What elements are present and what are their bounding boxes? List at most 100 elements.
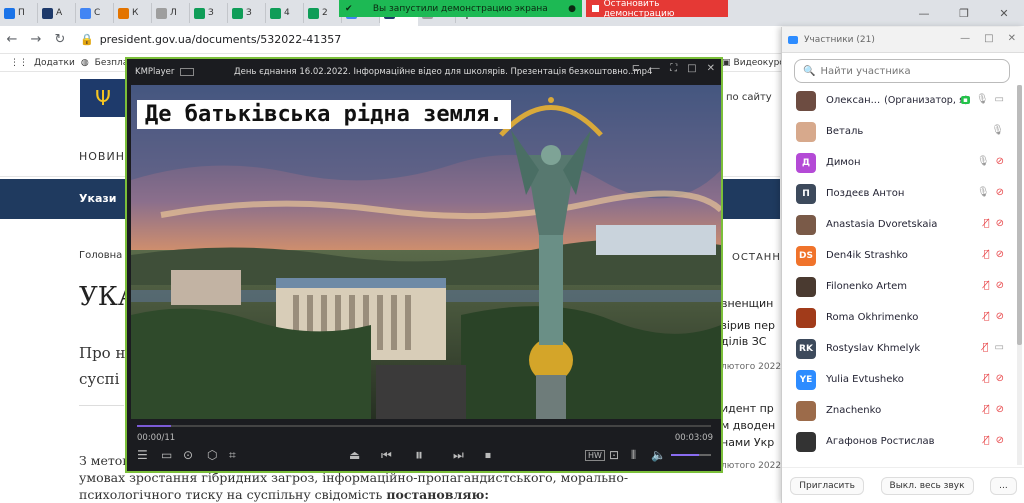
previous-icon[interactable]: ⏮ xyxy=(381,448,392,463)
breadcrumb[interactable]: Головна xyxy=(79,250,122,261)
invite-button[interactable]: Пригласить xyxy=(790,476,864,495)
camera-off-icon[interactable]: ⊘ xyxy=(996,249,1004,260)
more-button[interactable]: ... xyxy=(990,476,1017,495)
sidebar-news-line[interactable]: зірив пер xyxy=(721,319,775,332)
participants-scrollbar[interactable] xyxy=(1017,85,1022,465)
nav-item-decrees[interactable]: Укази xyxy=(79,192,116,205)
participant-row[interactable]: YE Yulia Evtusheko 🎙̸ ⊘ xyxy=(782,364,1014,395)
seek-bar[interactable] xyxy=(137,425,711,427)
mic-muted-icon[interactable]: 🎙̸ xyxy=(984,218,990,229)
camera-off-icon[interactable]: ⊘ xyxy=(996,311,1004,322)
next-icon[interactable]: ⏭ xyxy=(453,448,464,463)
trident-emblem-icon[interactable]: Ψ xyxy=(80,79,126,117)
pin-icon[interactable]: ⊏ xyxy=(632,63,640,74)
mic-muted-icon[interactable]: 🎙̸ xyxy=(984,435,990,446)
participant-row[interactable]: Roma Okhrimenko 🎙̸ ⊘ xyxy=(782,302,1014,333)
participant-row[interactable]: Д Димон 🎙 ⊘ xyxy=(782,147,1014,178)
close-icon[interactable]: ✕ xyxy=(1008,33,1016,44)
minimize-button[interactable]: — xyxy=(904,0,944,26)
camera-off-icon[interactable]: ⊘ xyxy=(996,156,1004,167)
video-frame[interactable]: Де батьківська рідна земля. xyxy=(131,85,721,419)
mic-icon[interactable]: 🎙 xyxy=(977,156,990,167)
mute-all-button[interactable]: Выкл. весь звук xyxy=(880,476,974,495)
site-search-link[interactable]: по сайту xyxy=(726,92,772,103)
participant-row[interactable]: Веталь 🎙 xyxy=(782,116,1014,147)
participant-row[interactable]: Anastasia Dvoretskaia 🎙̸ ⊘ xyxy=(782,209,1014,240)
browser-tab[interactable]: Л xyxy=(152,3,190,23)
mic-icon[interactable]: 🎙 xyxy=(977,187,990,198)
vr-icon[interactable]: ⊙ xyxy=(183,448,193,462)
forward-icon[interactable]: → xyxy=(24,32,48,47)
mic-muted-icon[interactable]: 🎙̸ xyxy=(984,280,990,291)
browser-tab[interactable]: З xyxy=(190,3,228,23)
pause-icon[interactable]: ⏸ xyxy=(415,445,423,465)
sidebar-news-line[interactable]: вненщин xyxy=(721,297,773,310)
sidebar-news-line[interactable]: идент пр xyxy=(721,402,774,415)
participant-row[interactable]: Znachenko 🎙̸ ⊘ xyxy=(782,395,1014,426)
browser-tab[interactable]: К xyxy=(114,3,152,23)
participant-search-input[interactable] xyxy=(820,65,1001,77)
sidebar-news-line[interactable]: лютого 2022 xyxy=(721,461,781,471)
browser-tab[interactable]: С xyxy=(76,3,114,23)
aspect-icon[interactable]: ⊡ xyxy=(609,448,619,462)
browser-tab[interactable]: П xyxy=(0,3,38,23)
sidebar-news-line[interactable]: ділів ЗС xyxy=(721,335,766,348)
eject-icon[interactable]: ⏏ xyxy=(349,448,360,462)
fullscreen-icon[interactable]: ⛶ xyxy=(670,63,677,74)
subtitle-icon[interactable]: ▭ xyxy=(161,448,172,462)
mic-icon[interactable]: 🎙 xyxy=(976,94,989,105)
mic-muted-icon[interactable]: 🎙̸ xyxy=(984,311,990,322)
maximize-icon[interactable]: □ xyxy=(687,63,696,74)
close-button[interactable]: ✕ xyxy=(984,0,1024,26)
equalizer-icon[interactable]: ⫴ xyxy=(631,448,636,463)
kmplayer-logo[interactable]: KMPlayer xyxy=(135,67,174,77)
cube-3d-icon[interactable]: ⬡ xyxy=(207,448,217,462)
browser-tab[interactable]: 4 xyxy=(266,3,304,23)
browser-tab[interactable]: А xyxy=(38,3,76,23)
volume-slider[interactable] xyxy=(671,454,711,456)
participant-row[interactable]: П Поздеєв Антон 🎙 ⊘ xyxy=(782,178,1014,209)
camera-off-icon[interactable]: ⊘ xyxy=(996,187,1004,198)
participant-search[interactable]: 🔍 xyxy=(794,59,1010,83)
scroll-thumb[interactable] xyxy=(1017,85,1022,345)
sidebar-news-line[interactable]: нами Укр xyxy=(721,436,774,449)
bookmark-apps[interactable]: Додатки xyxy=(34,58,75,68)
camera-icon[interactable]: ▭ xyxy=(995,342,1004,353)
camera-icon[interactable]: ▭ xyxy=(995,94,1004,105)
maximize-button[interactable]: ❐ xyxy=(944,0,984,26)
stop-icon[interactable]: ⏹ xyxy=(485,448,491,463)
participant-row[interactable]: Filonenko Artem 🎙̸ ⊘ xyxy=(782,271,1014,302)
participant-row[interactable]: DS Den4ik Strashko 🎙̸ ⊘ xyxy=(782,240,1014,271)
camera-off-icon[interactable]: ⊘ xyxy=(996,280,1004,291)
url-field[interactable]: 🔒 president.gov.ua/documents/532022-4135… xyxy=(80,33,341,46)
participant-row[interactable]: Олексан... (Организатор, я) ▪ 🎙 ▭ xyxy=(782,85,1014,116)
camera-off-icon[interactable]: ⊘ xyxy=(996,435,1004,446)
back-icon[interactable]: ← xyxy=(0,32,24,47)
mic-muted-icon[interactable]: 🎙̸ xyxy=(983,342,989,353)
participant-row[interactable]: RK Rostyslav Khmelyk 🎙̸ ▭ xyxy=(782,333,1014,364)
bookmark-right[interactable]: ▣ Видеокурс xyxy=(722,54,784,72)
reload-icon[interactable]: ↻ xyxy=(48,32,72,47)
close-icon[interactable]: ✕ xyxy=(707,63,715,74)
menu-news[interactable]: НОВИН xyxy=(79,150,125,163)
kmplayer-window[interactable]: KMPlayer День єднання 16.02.2022. Інформ… xyxy=(125,57,723,473)
capture-icon[interactable]: ⌗ xyxy=(229,448,236,463)
participant-row[interactable]: Агафонов Ростислав 🎙̸ ⊘ xyxy=(782,426,1014,457)
sidebar-news-line[interactable]: м дводен xyxy=(721,419,775,432)
mic-muted-icon[interactable]: 🎙̸ xyxy=(984,404,990,415)
camera-off-icon[interactable]: ⊘ xyxy=(996,373,1004,384)
mic-icon[interactable]: 🎙 xyxy=(991,125,1004,136)
sidebar-news-line[interactable]: лютого 2022 xyxy=(721,362,781,372)
browser-tab[interactable]: З xyxy=(228,3,266,23)
hw-decoder-icon[interactable]: HW xyxy=(585,449,605,461)
browser-tab[interactable]: 2 xyxy=(304,3,342,23)
camera-off-icon[interactable]: ⊘ xyxy=(996,218,1004,229)
minimize-icon[interactable]: — xyxy=(960,33,970,44)
minimize-icon[interactable]: — xyxy=(650,63,660,74)
maximize-icon[interactable]: □ xyxy=(984,33,993,44)
mic-muted-icon[interactable]: 🎙̸ xyxy=(984,249,990,260)
mic-muted-icon[interactable]: 🎙̸ xyxy=(984,373,990,384)
camera-off-icon[interactable]: ⊘ xyxy=(996,404,1004,415)
miniplayer-icon[interactable] xyxy=(180,67,195,76)
stop-share-button[interactable]: Остановить демонстрацию xyxy=(586,0,728,19)
